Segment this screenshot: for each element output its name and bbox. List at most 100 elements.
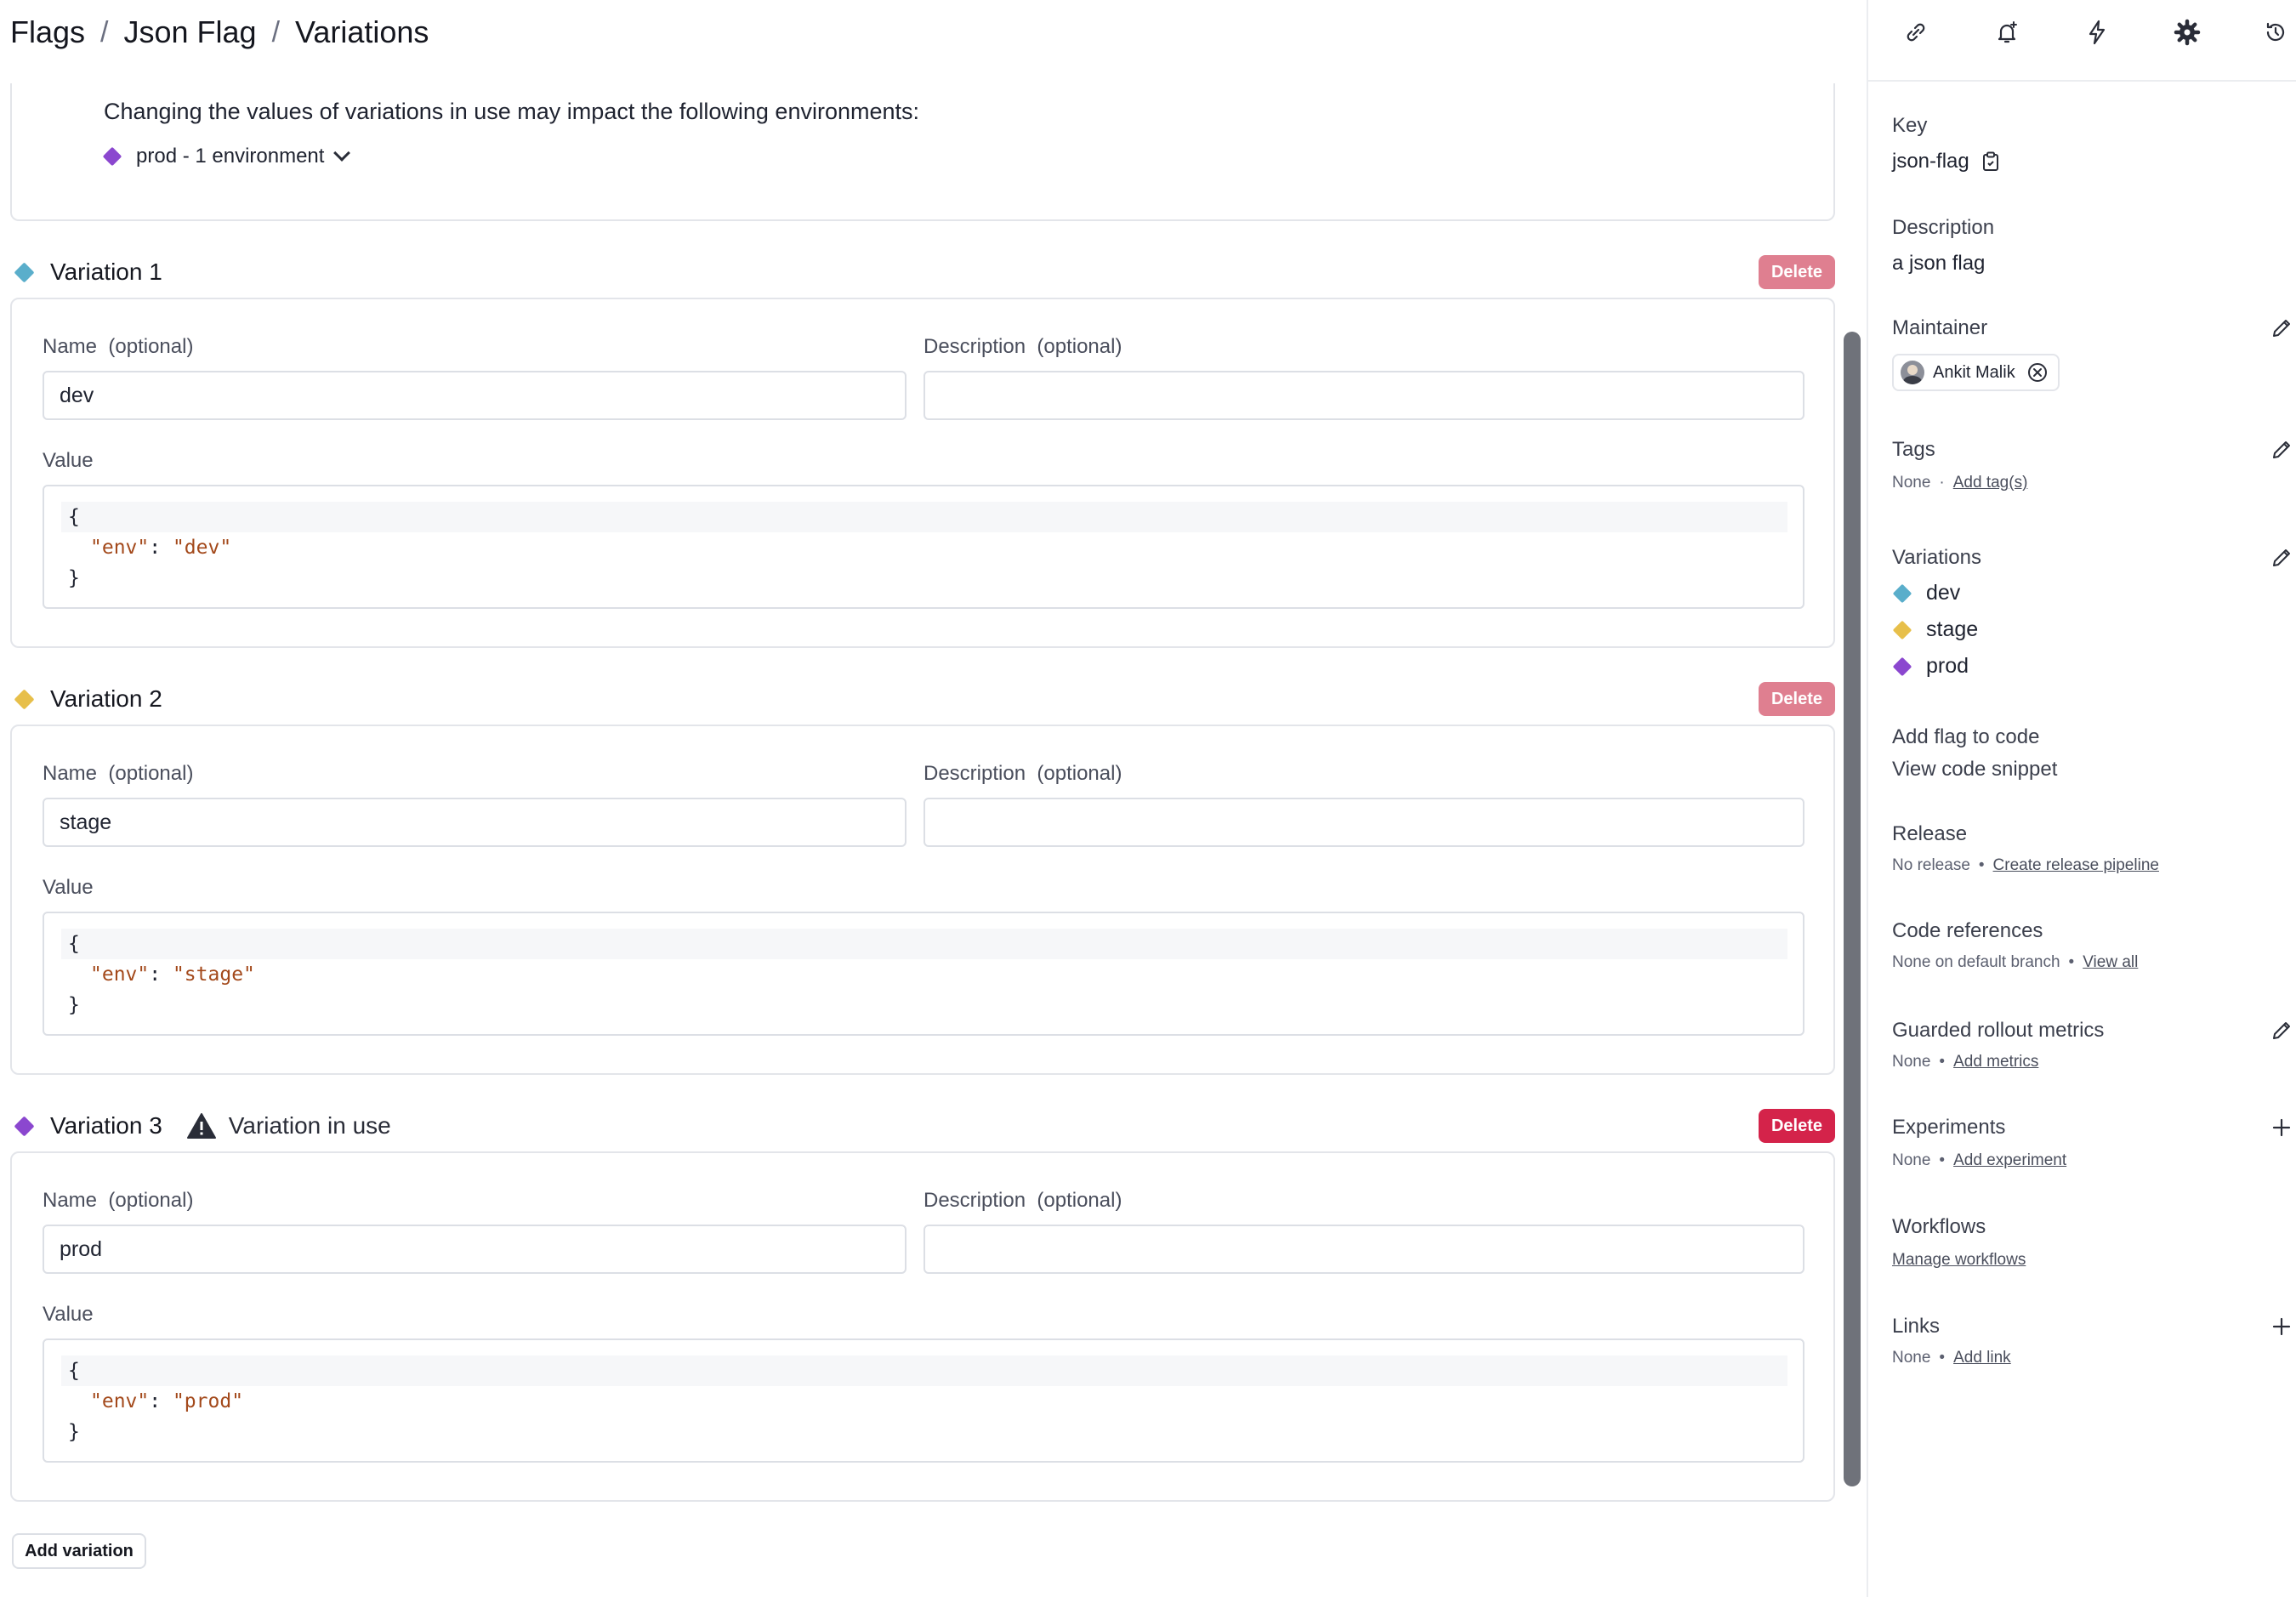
add-link-link[interactable]: Add link: [1953, 1349, 2011, 1367]
guarded-rollout-value: None • Add metrics: [1892, 1053, 2039, 1071]
variation-in-use-indicator: Variation in use: [186, 1112, 391, 1139]
variation-color-icon: [1892, 583, 1912, 603]
in-use-label: Variation in use: [228, 1112, 391, 1139]
gear-icon[interactable]: [2174, 19, 2201, 46]
add-metrics-link[interactable]: Add metrics: [1953, 1053, 2038, 1071]
json-value-editor[interactable]: { "env": "prod" }: [43, 1338, 1804, 1463]
variation-3-header: Variation 3 Variation in use Delete: [14, 1107, 1835, 1145]
variation-title: Variation 3: [50, 1112, 162, 1139]
flag-details-sidebar: Key json-flag Description a json flag Ma…: [1867, 0, 2296, 1597]
delete-variation-button[interactable]: Delete: [1759, 255, 1835, 289]
bell-plus-icon[interactable]: [1993, 19, 2020, 46]
list-item: dev: [1892, 575, 2292, 611]
create-release-pipeline-link[interactable]: Create release pipeline: [1993, 856, 2159, 875]
variation-2-header: Variation 2 Delete: [14, 680, 1835, 718]
name-input[interactable]: stage: [43, 798, 906, 847]
code-line: {: [61, 1355, 1787, 1386]
edit-variations-icon[interactable]: [2270, 546, 2293, 570]
page-title: Variations: [295, 14, 429, 49]
description-title: Description: [1892, 216, 1995, 239]
description-label: Description (optional): [924, 1189, 1122, 1212]
maintainer-name: Ankit Malik: [1933, 362, 2015, 382]
edit-tags-icon[interactable]: [2270, 438, 2293, 462]
value-label: Value: [43, 876, 94, 899]
breadcrumb-json-flag[interactable]: Json Flag: [123, 14, 256, 50]
code-references-title: Code references: [1892, 919, 2043, 942]
code-line: }: [68, 1421, 80, 1443]
key-section: Key json-flag: [1892, 114, 2292, 173]
variation-title: Variation 2: [50, 685, 162, 712]
prod-diamond-icon: [102, 146, 122, 167]
avatar: [1901, 361, 1924, 384]
description-input[interactable]: [924, 1225, 1804, 1274]
variations-section: Variations dev stage prod: [1892, 546, 2292, 685]
variation-color-icon: [1892, 620, 1912, 639]
impact-notice: Changing the values of variations in use…: [10, 83, 1835, 221]
name-input[interactable]: prod: [43, 1225, 906, 1274]
warning-icon: [186, 1113, 216, 1139]
description-input[interactable]: [924, 371, 1804, 420]
add-experiment-link[interactable]: Add experiment: [1953, 1151, 2066, 1170]
add-link-plus-icon[interactable]: [2270, 1315, 2293, 1338]
variation-list: dev stage prod: [1892, 575, 2292, 685]
breadcrumb-separator: /: [100, 15, 109, 48]
key-title: Key: [1892, 114, 1928, 137]
lightning-icon[interactable]: [2083, 19, 2111, 46]
code-line: "env": "stage": [90, 963, 255, 986]
tags-title: Tags: [1892, 438, 1935, 461]
tags-section: Tags None · Add tag(s): [1892, 438, 2292, 492]
delete-variation-button[interactable]: Delete: [1759, 1109, 1835, 1143]
history-icon[interactable]: [2262, 19, 2289, 46]
clipboard-icon[interactable]: [1981, 151, 2000, 172]
guarded-rollout-title: Guarded rollout metrics: [1892, 1019, 2105, 1042]
name-label: Name (optional): [43, 1189, 194, 1212]
breadcrumb-flags[interactable]: Flags: [10, 14, 85, 50]
add-experiment-plus-icon[interactable]: [2270, 1116, 2293, 1139]
workflows-title: Workflows: [1892, 1215, 1986, 1238]
environment-dropdown[interactable]: prod - 1 environment: [102, 145, 351, 168]
impact-message: Changing the values of variations in use…: [104, 99, 920, 124]
variation-color-icon: [1892, 656, 1912, 676]
breadcrumb-separator: /: [271, 15, 281, 48]
description-input[interactable]: [924, 798, 1804, 847]
variation-1-header: Variation 1 Delete: [14, 253, 1835, 291]
environment-label: prod - 1 environment: [136, 145, 325, 168]
tags-value: None · Add tag(s): [1892, 474, 2028, 492]
experiments-section: Experiments None • Add experiment: [1892, 1116, 2292, 1170]
add-variation-button[interactable]: Add variation: [12, 1533, 146, 1569]
value-label: Value: [43, 1303, 94, 1326]
view-code-snippet-link[interactable]: View code snippet: [1892, 758, 2292, 781]
guarded-rollout-section: Guarded rollout metrics None • Add metric…: [1892, 1019, 2292, 1071]
delete-variation-button[interactable]: Delete: [1759, 682, 1835, 716]
maintainer-title: Maintainer: [1892, 316, 1988, 339]
view-all-link[interactable]: View all: [2083, 953, 2138, 972]
remove-maintainer-icon[interactable]: [2027, 362, 2048, 383]
name-label: Name (optional): [43, 335, 194, 358]
breadcrumb: Flags / Json Flag / Variations: [10, 10, 429, 54]
name-input[interactable]: dev: [43, 371, 906, 420]
variations-title: Variations: [1892, 546, 1981, 569]
variation-title: Variation 1: [50, 259, 162, 285]
chevron-down-icon: [333, 145, 351, 162]
variation-3-card: Name (optional) prod Description (option…: [10, 1151, 1835, 1502]
variation-color-icon: [14, 688, 35, 710]
json-value-editor[interactable]: { "env": "dev" }: [43, 485, 1804, 609]
description-label: Description (optional): [924, 335, 1122, 358]
experiments-title: Experiments: [1892, 1116, 2006, 1139]
manage-workflows-link[interactable]: Manage workflows: [1892, 1251, 2026, 1270]
name-label: Name (optional): [43, 762, 194, 785]
description-value: a json flag: [1892, 252, 1986, 275]
scrollbar-thumb[interactable]: [1844, 332, 1861, 1486]
main-content: Flags / Json Flag / Variations Changing …: [0, 0, 1867, 1597]
json-value-editor[interactable]: { "env": "stage" }: [43, 912, 1804, 1036]
value-label: Value: [43, 449, 94, 472]
key-value: json-flag: [1892, 150, 2292, 173]
edit-maintainer-icon[interactable]: [2270, 316, 2293, 340]
add-flag-title: Add flag to code: [1892, 725, 2040, 748]
add-tags-link[interactable]: Add tag(s): [1953, 474, 2028, 492]
edit-metrics-icon[interactable]: [2270, 1019, 2293, 1043]
add-flag-section: Add flag to code View code snippet: [1892, 725, 2292, 781]
code-references-section: Code references None on default branch • …: [1892, 919, 2292, 972]
link-icon[interactable]: [1902, 19, 1929, 46]
code-references-value: None on default branch • View all: [1892, 953, 2139, 972]
